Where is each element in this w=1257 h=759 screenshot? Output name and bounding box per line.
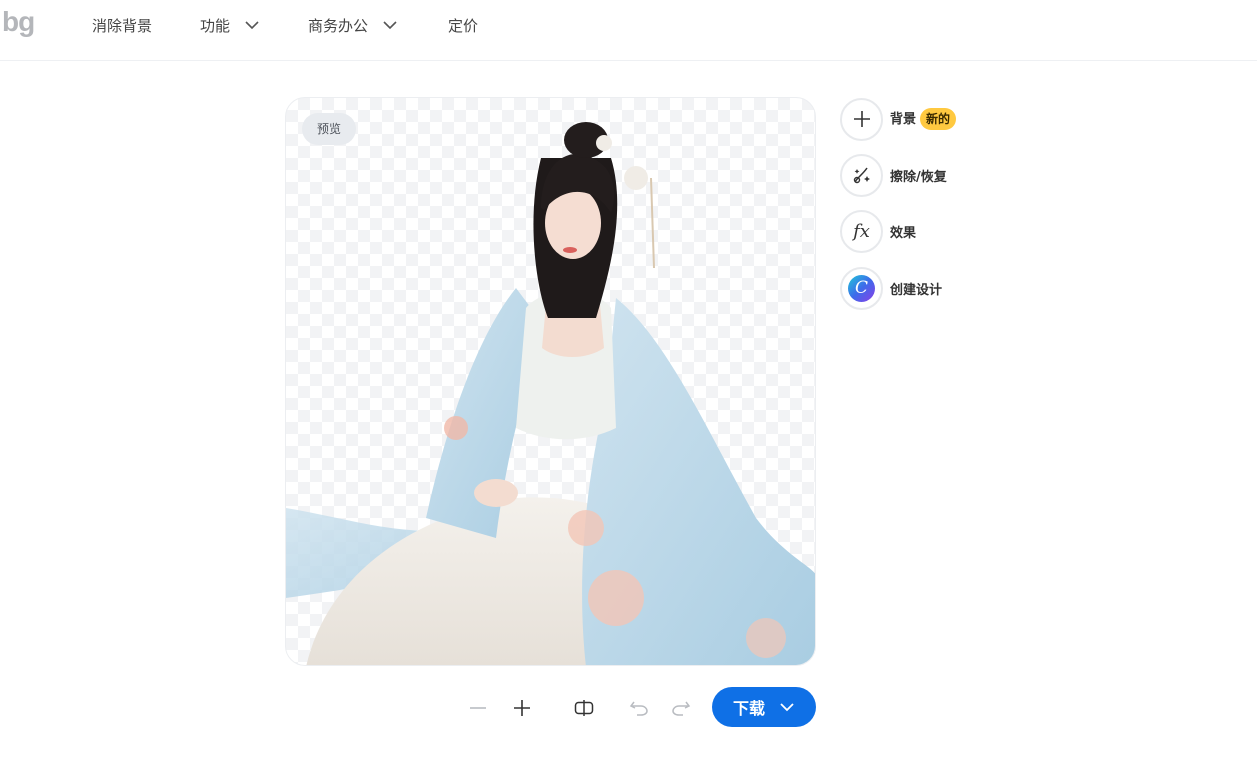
top-header: bg 消除背景 功能 商务办公 定价 [0,0,1257,61]
tool-erase-restore[interactable]: 擦除/恢复 [840,153,947,197]
new-badge: 新的 [920,108,957,130]
tool-background[interactable]: 背景 新的 [840,97,957,141]
zoom-out-button[interactable] [464,694,492,722]
nav-features[interactable]: 功能 [200,13,260,37]
preview-badge: 预览 [302,113,357,145]
tool-label: 擦除/恢复 [890,169,947,185]
nav-pricing[interactable]: 定价 [448,13,478,37]
undo-icon [629,701,648,716]
minus-icon [470,707,486,709]
cutout-subject-image [286,122,815,665]
tool-label: 创建设计 [890,282,943,298]
brand-logo[interactable]: bg [2,6,35,38]
canva-logo-icon: C [840,266,883,310]
compare-button[interactable] [570,694,598,722]
tool-label-text: 背景 [890,112,917,127]
nav-label: 功能 [200,16,231,35]
nav-remove-background[interactable]: 消除背景 [92,13,152,37]
image-preview-canvas[interactable]: 预览 [285,97,816,666]
zoom-in-button[interactable] [508,694,536,722]
undo-button[interactable] [625,694,653,722]
compare-icon [574,700,594,716]
chevron-down-icon [245,21,259,30]
redo-icon [672,701,691,716]
fx-glyph: fx [853,220,870,242]
chevron-down-icon [383,21,397,30]
nav-label: 商务办公 [308,16,369,35]
magic-brush-icon [840,153,883,197]
tool-label: 效果 [890,225,917,241]
plus-icon [840,97,883,141]
tool-label: 背景 新的 [890,108,957,130]
tool-create-design[interactable]: C 创建设计 [840,266,942,310]
redo-button[interactable] [667,694,695,722]
nav-label: 消除背景 [92,16,153,35]
download-button[interactable]: 下载 [712,687,816,727]
chevron-down-icon [780,703,794,712]
fx-icon: fx [840,209,883,253]
tool-effects[interactable]: fx 效果 [840,209,916,253]
nav-business[interactable]: 商务办公 [308,13,398,37]
plus-icon [514,700,530,716]
download-label: 下载 [732,699,765,718]
canva-glyph: C [854,278,868,298]
nav-label: 定价 [448,16,479,35]
